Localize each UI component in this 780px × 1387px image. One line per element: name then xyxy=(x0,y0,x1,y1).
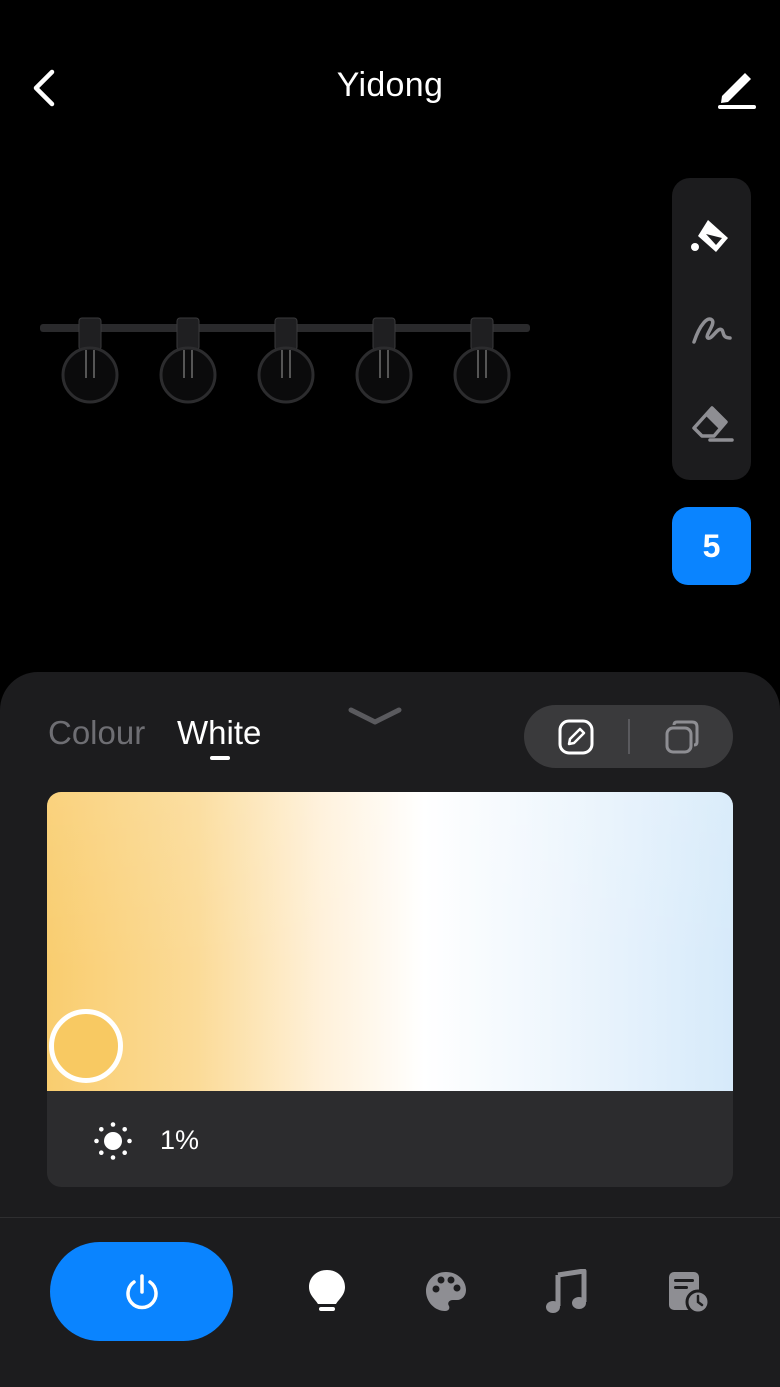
schedule-icon xyxy=(669,1272,711,1315)
edit-mode-button[interactable] xyxy=(524,705,628,768)
palette-icon xyxy=(426,1272,466,1311)
paint-bucket-tool[interactable] xyxy=(672,196,751,276)
bulb-icon xyxy=(309,1270,345,1311)
brush-icon xyxy=(691,317,732,344)
sun-icon xyxy=(94,1122,132,1160)
nav-schedule[interactable] xyxy=(658,1264,718,1320)
bulb-strip xyxy=(40,300,535,420)
edit-button[interactable] xyxy=(712,62,762,112)
copy-mode-icon xyxy=(665,720,699,753)
copy-mode-button[interactable] xyxy=(630,705,734,768)
tab-colour[interactable]: Colour xyxy=(48,714,145,752)
paint-bucket-icon xyxy=(690,220,728,252)
pencil-icon xyxy=(718,73,756,109)
tab-white[interactable]: White xyxy=(177,714,261,752)
brightness-control[interactable]: 1% xyxy=(47,1091,733,1187)
header: Yidong xyxy=(0,0,780,180)
control-sheet: Colour White 1% xyxy=(0,672,780,1387)
edit-mode-icon xyxy=(558,719,594,754)
picker-thumb[interactable] xyxy=(49,1009,123,1083)
eraser-tool[interactable] xyxy=(672,382,751,462)
nav-divider xyxy=(0,1217,780,1218)
selected-count-badge[interactable]: 5 xyxy=(672,507,751,585)
nav-lighting[interactable] xyxy=(297,1264,357,1320)
nav-scenes[interactable] xyxy=(416,1264,476,1320)
power-icon xyxy=(125,1273,158,1309)
color-temperature-picker[interactable] xyxy=(47,792,733,1091)
tab-active-indicator xyxy=(210,756,230,760)
nav-music[interactable] xyxy=(536,1264,596,1320)
white-picker-card: 1% xyxy=(47,792,733,1187)
brightness-value: 1% xyxy=(160,1125,200,1155)
collapse-button[interactable] xyxy=(345,702,405,730)
page-title: Yidong xyxy=(336,66,444,104)
eraser-icon xyxy=(691,406,734,442)
music-icon xyxy=(546,1269,587,1313)
chevron-down-icon xyxy=(348,707,402,725)
mode-toggle xyxy=(524,705,733,768)
power-button[interactable] xyxy=(50,1242,233,1341)
brush-tool[interactable] xyxy=(672,288,751,368)
tool-panel xyxy=(672,178,751,480)
